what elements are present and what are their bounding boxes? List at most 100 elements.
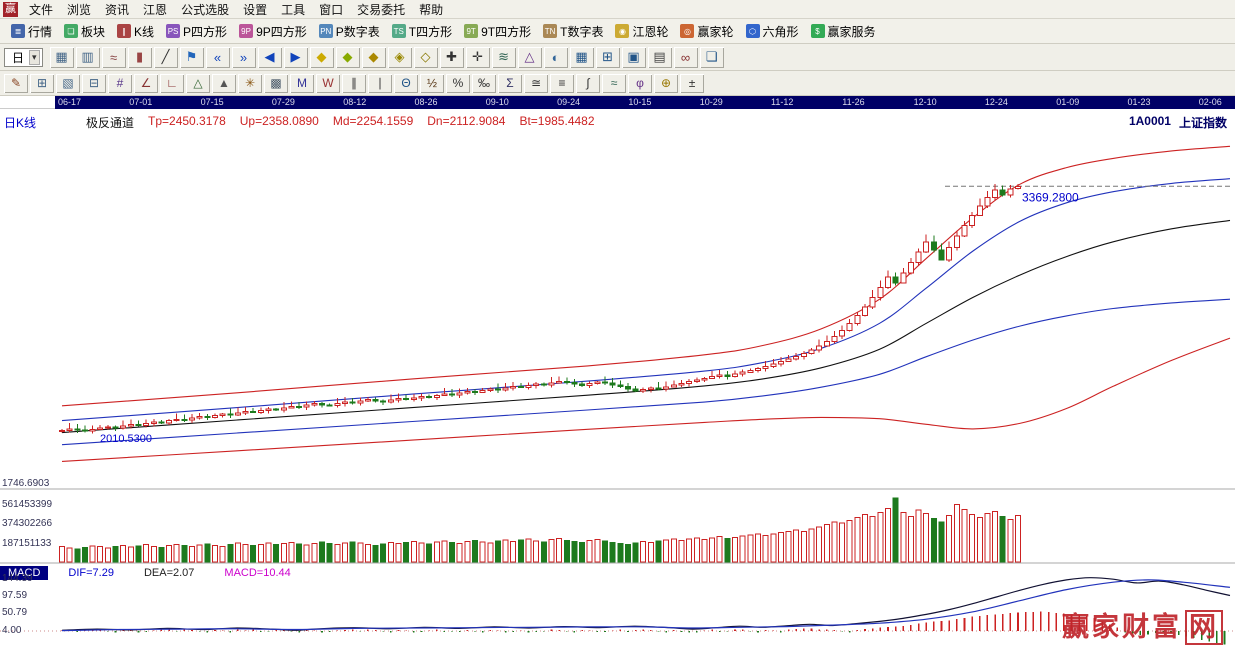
integral-icon[interactable]: ∫ bbox=[576, 74, 600, 93]
winner-service-button-label: 赢家服务 bbox=[828, 23, 876, 40]
gann-wheel-button-label: 江恩轮 bbox=[632, 23, 668, 40]
diamond-yellow-icon[interactable]: ◆ bbox=[310, 47, 334, 68]
percent-icon[interactable]: % bbox=[446, 74, 470, 93]
vertical-line-icon[interactable]: ∣ bbox=[368, 74, 392, 93]
hexagon-button-label: 六角形 bbox=[763, 23, 799, 40]
quotes-button[interactable]: ≣行情 bbox=[5, 21, 58, 42]
flag-icon[interactable]: ⚑ bbox=[180, 47, 204, 68]
t-table-button[interactable]: TNT数字表 bbox=[537, 21, 609, 42]
measure-icon[interactable]: ± bbox=[680, 74, 704, 93]
candle-chart-icon[interactable]: ▮ bbox=[128, 47, 152, 68]
macd-axis-label: 50.79 bbox=[2, 607, 27, 618]
date-tick-label: 01-23 bbox=[1128, 97, 1151, 107]
p-table-button[interactable]: PNP数字表 bbox=[313, 21, 386, 42]
diamond-green-icon[interactable]: ◆ bbox=[336, 47, 360, 68]
date-tick-label: 08-26 bbox=[415, 97, 438, 107]
pen-tool-icon[interactable]: ✎ bbox=[4, 74, 28, 93]
menu-item[interactable]: 浏览 bbox=[60, 1, 98, 18]
parallel-lines-icon[interactable]: ∥ bbox=[342, 74, 366, 93]
time-cycle-icon[interactable]: Θ bbox=[394, 74, 418, 93]
indicator-bt: Bt=1985.4482 bbox=[519, 114, 594, 131]
angle-line-icon[interactable]: ∠ bbox=[134, 74, 158, 93]
date-tick-label: 08-12 bbox=[343, 97, 366, 107]
permille-icon[interactable]: ‰ bbox=[472, 74, 496, 93]
new-window-icon[interactable]: ❏ bbox=[700, 47, 724, 68]
sectors-button[interactable]: ❏板块 bbox=[58, 21, 111, 42]
diamond-dot-icon[interactable]: ◈ bbox=[388, 47, 412, 68]
sigma-icon[interactable]: Σ bbox=[498, 74, 522, 93]
gann-fan-icon[interactable]: △ bbox=[518, 47, 542, 68]
prev-icon[interactable]: ◀ bbox=[258, 47, 282, 68]
hatch-tool-icon[interactable]: ▧ bbox=[56, 74, 80, 93]
kline-button-label: K线 bbox=[134, 23, 154, 40]
menu-item[interactable]: 公式选股 bbox=[174, 1, 236, 18]
last-page-icon[interactable]: » bbox=[232, 47, 256, 68]
print-icon[interactable]: ▤ bbox=[648, 47, 672, 68]
menu-item[interactable]: 资讯 bbox=[98, 1, 136, 18]
grid-tool-icon[interactable]: ⊞ bbox=[30, 74, 54, 93]
macd-axis-label: 97.59 bbox=[2, 590, 27, 601]
t-square-button[interactable]: TST四方形 bbox=[386, 21, 458, 42]
triangle-tool-icon[interactable]: △ bbox=[186, 74, 210, 93]
menu-item[interactable]: 文件 bbox=[22, 1, 60, 18]
crosshair-icon[interactable]: ✛ bbox=[466, 47, 490, 68]
calendar-icon[interactable]: ▦ bbox=[570, 47, 594, 68]
cycle-icon[interactable]: ◐ bbox=[544, 47, 568, 68]
macd-dea-value: DEA=2.07 bbox=[144, 567, 194, 579]
p9-square-button[interactable]: 9P9P四方形 bbox=[233, 21, 313, 42]
t9-square-button-label: 9T四方形 bbox=[481, 23, 531, 40]
m-pattern-icon[interactable]: M bbox=[290, 74, 314, 93]
kline-button[interactable]: ∥K线 bbox=[111, 21, 160, 42]
app-logo-icon: 赢 bbox=[3, 2, 18, 17]
save-icon[interactable]: ▣ bbox=[622, 47, 646, 68]
table-icon[interactable]: ⊞ bbox=[596, 47, 620, 68]
diamond-outline-icon[interactable]: ◇ bbox=[414, 47, 438, 68]
golden-section-icon[interactable]: ⊕ bbox=[654, 74, 678, 93]
p-square-button[interactable]: PSP四方形 bbox=[160, 21, 233, 42]
identity-icon[interactable]: ≡ bbox=[550, 74, 574, 93]
winner-wheel-button-label: 赢家轮 bbox=[697, 23, 733, 40]
ratio-icon[interactable]: ½ bbox=[420, 74, 444, 93]
t-square-button-icon: TS bbox=[392, 24, 406, 38]
indicator-panel-icon[interactable]: ▥ bbox=[76, 47, 100, 68]
congruent-icon[interactable]: ≅ bbox=[524, 74, 548, 93]
link-icon[interactable]: ∞ bbox=[674, 47, 698, 68]
phi-golden-icon[interactable]: φ bbox=[628, 74, 652, 93]
winner-wheel-button[interactable]: ◎赢家轮 bbox=[674, 21, 739, 42]
market-toolbar: ≣行情❏板块∥K线PSP四方形9P9P四方形PNP数字表TST四方形9T9T四方… bbox=[0, 19, 1235, 44]
right-angle-icon[interactable]: ∟ bbox=[160, 74, 184, 93]
w-pattern-icon[interactable]: W bbox=[316, 74, 340, 93]
t9-square-button[interactable]: 9T9T四方形 bbox=[458, 21, 537, 42]
line-chart-icon[interactable]: ≈ bbox=[102, 47, 126, 68]
t-table-button-icon: TN bbox=[543, 24, 557, 38]
first-page-icon[interactable]: « bbox=[206, 47, 230, 68]
gann-grid-icon[interactable]: # bbox=[108, 74, 132, 93]
menu-item[interactable]: 窗口 bbox=[312, 1, 350, 18]
menu-item[interactable]: 江恩 bbox=[136, 1, 174, 18]
menu-item[interactable]: 工具 bbox=[274, 1, 312, 18]
kline-period-label: 日K线 bbox=[4, 114, 36, 131]
chart-area[interactable]: 日K线 极反通道 Tp=2450.3178 Up=2358.0890 Md=22… bbox=[0, 109, 1235, 652]
date-tick-label: 10-29 bbox=[700, 97, 723, 107]
diamond-olive-icon[interactable]: ◆ bbox=[362, 47, 386, 68]
date-tick-label: 09-10 bbox=[486, 97, 509, 107]
winner-service-button[interactable]: $赢家服务 bbox=[805, 21, 882, 42]
star-tool-icon[interactable]: ✳ bbox=[238, 74, 262, 93]
hatch-box-icon[interactable]: ▩ bbox=[264, 74, 288, 93]
menu-item[interactable]: 帮助 bbox=[412, 1, 450, 18]
pyramid-icon[interactable]: ▲ bbox=[212, 74, 236, 93]
wave-icon[interactable]: ≋ bbox=[492, 47, 516, 68]
wave-tool-icon[interactable]: ≈ bbox=[602, 74, 626, 93]
cross-icon[interactable]: ✚ bbox=[440, 47, 464, 68]
menu-item[interactable]: 设置 bbox=[236, 1, 274, 18]
date-tick-label: 10-15 bbox=[628, 97, 651, 107]
chart-settings-icon[interactable]: ▦ bbox=[50, 47, 74, 68]
period-select[interactable]: 日 ▾ bbox=[4, 48, 43, 67]
gann-wheel-button[interactable]: ◉江恩轮 bbox=[609, 21, 674, 42]
indicator-header: 极反通道 Tp=2450.3178 Up=2358.0890 Md=2254.1… bbox=[86, 114, 595, 131]
hexagon-button[interactable]: ⬡六角形 bbox=[740, 21, 805, 42]
nine-square-icon[interactable]: ⊟ bbox=[82, 74, 106, 93]
trend-line-icon[interactable]: ╱ bbox=[154, 47, 178, 68]
next-icon[interactable]: ▶ bbox=[284, 47, 308, 68]
menu-item[interactable]: 交易委托 bbox=[350, 1, 412, 18]
